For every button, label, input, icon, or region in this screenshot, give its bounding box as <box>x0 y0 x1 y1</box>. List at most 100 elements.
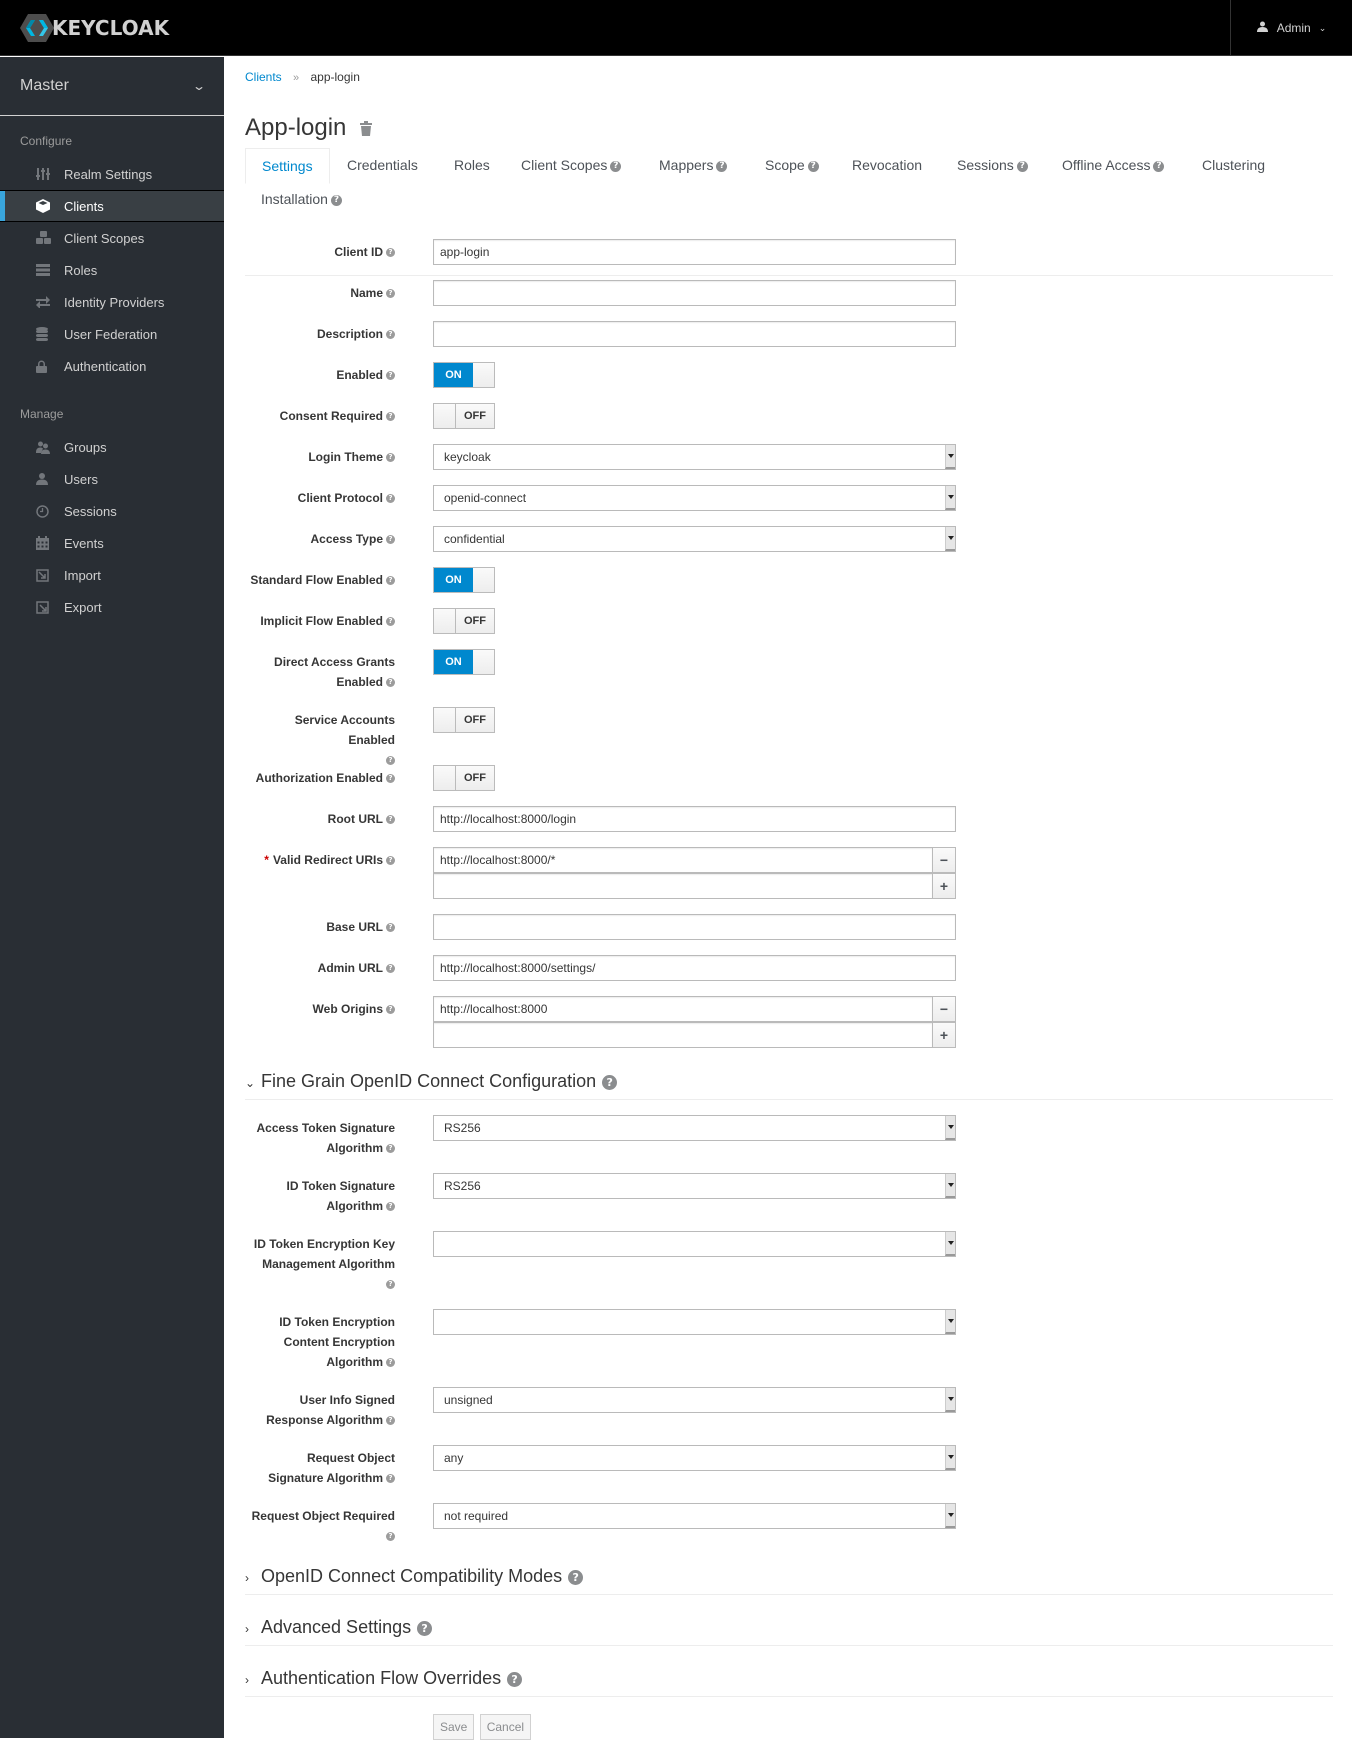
tab-clustering[interactable]: Clustering <box>1186 148 1281 182</box>
root-url-input[interactable]: http://localhost:8000/login <box>433 806 956 832</box>
sidebar-item-export[interactable]: Export <box>0 591 224 623</box>
help-icon: ? <box>386 453 395 463</box>
compat-modes-section-header[interactable]: › OpenID Connect Compatibility Modes? <box>245 1561 1333 1595</box>
remove-redirect-uri-button[interactable]: − <box>933 847 956 873</box>
add-web-origin-button[interactable]: + <box>933 1022 956 1048</box>
id-token-enc-content-select[interactable] <box>433 1309 956 1335</box>
consent-required-toggle[interactable]: OFF <box>433 403 495 429</box>
tab-installation[interactable]: Installation? <box>245 182 358 216</box>
cancel-button[interactable]: Cancel <box>479 1714 532 1740</box>
user-menu[interactable]: Admin ⌄ <box>1230 0 1352 56</box>
service-accounts-toggle[interactable]: OFF <box>433 707 495 733</box>
sidebar-item-users[interactable]: Users <box>0 463 224 495</box>
sidebar-item-groups[interactable]: Groups <box>0 431 224 463</box>
chevron-right-icon: › <box>245 1622 249 1636</box>
help-icon: ? <box>386 815 395 825</box>
base-url-input[interactable] <box>433 914 956 940</box>
access-type-label: Access Type? <box>245 529 395 549</box>
access-token-sig-label: Access Token Signature Algorithm? <box>256 1121 395 1155</box>
dropdown-arrow-icon <box>945 1174 955 1198</box>
tab-client-scopes[interactable]: Client Scopes? <box>505 148 637 182</box>
client-id-label: Client ID? <box>245 242 395 262</box>
tab-revocation[interactable]: Revocation <box>836 148 938 182</box>
client-protocol-select[interactable]: openid-connect <box>433 485 956 511</box>
tab-roles[interactable]: Roles <box>438 148 506 182</box>
fine-grain-section-header[interactable]: ⌄ Fine Grain OpenID Connect Configuration… <box>245 1066 1333 1100</box>
help-icon: ? <box>602 1074 618 1090</box>
tab-offline-access[interactable]: Offline Access? <box>1046 148 1180 182</box>
description-input[interactable] <box>433 321 956 347</box>
dropdown-arrow-icon <box>945 1504 955 1528</box>
nav-group-configure: Configure <box>20 134 73 148</box>
standard-flow-toggle[interactable]: ON <box>433 567 495 593</box>
web-origin-input[interactable]: http://localhost:8000 <box>433 996 933 1022</box>
chevron-right-icon: › <box>245 1571 249 1585</box>
add-redirect-uri-button[interactable]: + <box>933 873 956 899</box>
enabled-toggle[interactable]: ON <box>433 362 495 388</box>
access-type-select[interactable]: confidential <box>433 526 956 552</box>
name-input[interactable] <box>433 280 956 306</box>
implicit-flow-toggle[interactable]: OFF <box>433 608 495 634</box>
client-id-input[interactable]: app-login <box>433 239 956 265</box>
sidebar-item-sessions[interactable]: Sessions <box>0 495 224 527</box>
help-icon: ? <box>386 289 395 299</box>
breadcrumb-clients-link[interactable]: Clients <box>245 70 282 84</box>
help-icon: ? <box>386 1005 395 1015</box>
help-icon: ? <box>386 756 395 766</box>
redirect-uri-new-input[interactable] <box>433 873 933 899</box>
sidebar-item-identity-providers[interactable]: Identity Providers <box>0 286 224 318</box>
help-icon: ? <box>330 194 342 206</box>
tab-sessions[interactable]: Sessions? <box>941 148 1044 182</box>
sidebar-item-authentication[interactable]: Authentication <box>0 350 224 382</box>
help-icon: ? <box>807 160 819 172</box>
help-icon: ? <box>386 923 395 933</box>
help-icon: ? <box>386 1532 395 1542</box>
page-title-row: App-login <box>245 113 373 143</box>
sidebar-item-clients[interactable]: Clients <box>0 190 224 222</box>
request-object-required-select[interactable]: not required <box>433 1503 956 1529</box>
id-token-enc-key-label: ID Token Encryption Key Management Algori… <box>253 1237 395 1290</box>
direct-access-toggle[interactable]: ON <box>433 649 495 675</box>
tab-settings[interactable]: Settings <box>245 148 330 184</box>
save-button[interactable]: Save <box>433 1714 475 1740</box>
name-label: Name? <box>245 283 395 303</box>
sidebar-item-label: Users <box>64 471 98 487</box>
web-origin-new-input[interactable] <box>433 1022 933 1048</box>
sidebar-item-realm-settings[interactable]: Realm Settings <box>0 158 224 190</box>
trash-icon[interactable] <box>360 120 373 136</box>
enabled-label: Enabled? <box>245 365 395 385</box>
auth-flow-overrides-section-header[interactable]: › Authentication Flow Overrides? <box>245 1663 1333 1697</box>
admin-url-label: Admin URL? <box>245 958 395 978</box>
login-theme-select[interactable]: keycloak <box>433 444 956 470</box>
dropdown-arrow-icon <box>945 486 955 510</box>
root-url-label: Root URL? <box>245 809 395 829</box>
id-token-sig-select[interactable]: RS256 <box>433 1173 956 1199</box>
sidebar-item-label: Import <box>64 567 101 583</box>
redirect-uri-input[interactable]: http://localhost:8000/* <box>433 847 933 873</box>
client-protocol-label: Client Protocol? <box>245 488 395 508</box>
sidebar-item-client-scopes[interactable]: Client Scopes <box>0 222 224 254</box>
tab-credentials[interactable]: Credentials <box>331 148 434 182</box>
realm-selector[interactable]: Master ⌄ <box>0 57 224 116</box>
help-icon: ? <box>1016 160 1028 172</box>
breadcrumb-separator: » <box>293 72 300 84</box>
sidebar-item-user-federation[interactable]: User Federation <box>0 318 224 350</box>
sidebar-item-roles[interactable]: Roles <box>0 254 224 286</box>
access-token-sig-select[interactable]: RS256 <box>433 1115 956 1141</box>
id-token-enc-key-select[interactable] <box>433 1231 956 1257</box>
keycloak-logo[interactable]: KEYCLOAK <box>20 14 169 42</box>
sidebar-item-events[interactable]: Events <box>0 527 224 559</box>
request-object-sig-label: Request Object Signature Algorithm? <box>268 1451 395 1485</box>
admin-url-input[interactable]: http://localhost:8000/settings/ <box>433 955 956 981</box>
authorization-toggle[interactable]: OFF <box>433 765 495 791</box>
request-object-sig-select[interactable]: any <box>433 1445 956 1471</box>
exchange-icon <box>36 296 64 308</box>
tab-scope[interactable]: Scope? <box>749 148 835 182</box>
help-icon: ? <box>1153 160 1165 172</box>
web-origin-row: + <box>433 1022 956 1048</box>
tab-mappers[interactable]: Mappers? <box>643 148 743 182</box>
userinfo-sig-select[interactable]: unsigned <box>433 1387 956 1413</box>
advanced-settings-section-header[interactable]: › Advanced Settings? <box>245 1612 1333 1646</box>
remove-web-origin-button[interactable]: − <box>933 996 956 1022</box>
sidebar-item-import[interactable]: Import <box>0 559 224 591</box>
